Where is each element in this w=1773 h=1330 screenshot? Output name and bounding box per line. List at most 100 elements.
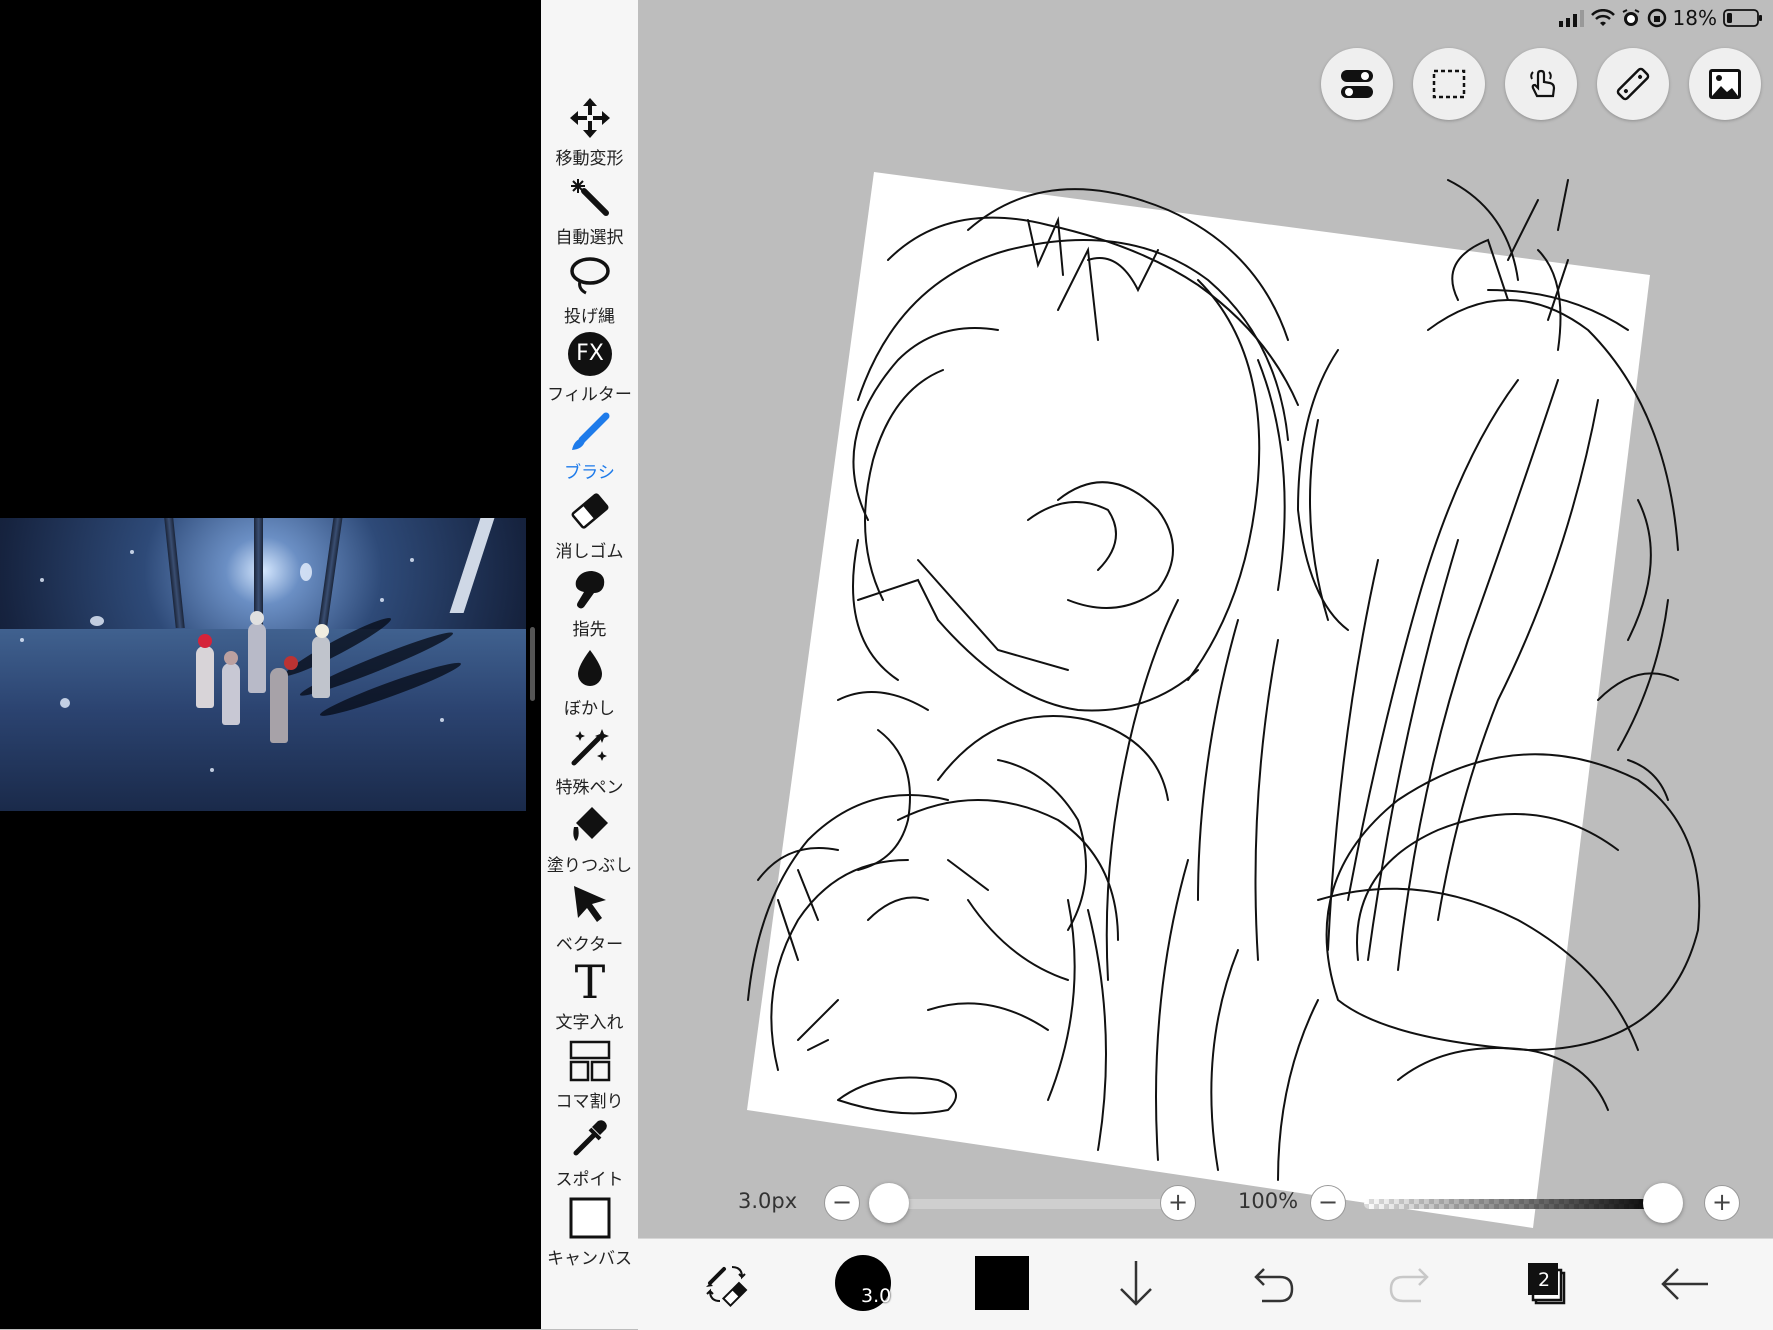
minus-icon: −: [831, 1188, 853, 1216]
tool-label: ぼかし: [564, 699, 615, 719]
undo-button[interactable]: [1242, 1253, 1304, 1315]
alarm-icon: [1622, 9, 1639, 26]
tool-sidebar: 移動変形 自動選択 投げ縄 FX フィルター ブラシ 消しゴム 指先 ぼかし 特…: [541, 0, 639, 1329]
snow-flake: [90, 616, 104, 626]
touch-gesture-icon: [1530, 69, 1556, 98]
tool-vector[interactable]: ベクター: [541, 882, 638, 960]
tool-eyedropper[interactable]: スポイト: [541, 1117, 638, 1195]
tool-label: 特殊ペン: [555, 778, 624, 798]
color-swatch-button[interactable]: [972, 1253, 1034, 1315]
split-view-video-pane: [0, 0, 541, 1329]
tool-label: ブラシ: [564, 463, 615, 483]
brush-sliders: 3.0px − + 100% − +: [638, 1175, 1773, 1231]
vector-cursor-icon: [574, 886, 606, 922]
current-color-swatch: [975, 1256, 1029, 1310]
magic-wand-icon: [571, 179, 609, 216]
eraser-icon: [571, 493, 609, 529]
canvas-icon: [569, 1197, 611, 1239]
tool-special-pen[interactable]: 特殊ペン: [541, 725, 638, 803]
selection-rect-icon: [1432, 69, 1466, 99]
drawing-paper[interactable]: [638, 0, 1773, 1238]
tool-lasso[interactable]: 投げ縄: [541, 254, 638, 332]
special-pen-icon: [571, 729, 609, 766]
swap-pen-eraser-icon: [706, 1266, 748, 1308]
undo-icon: [1254, 1268, 1294, 1303]
frame-divider-icon: [569, 1040, 611, 1082]
tool-auto-select[interactable]: 自動選択: [541, 175, 638, 253]
video-frame[interactable]: [0, 518, 526, 811]
bottom-toolbar: 3.0 2: [638, 1238, 1773, 1330]
brush-size-preview-button[interactable]: 3.0: [833, 1253, 895, 1315]
opacity-slider-track[interactable]: [1364, 1199, 1664, 1209]
opacity-plus-button[interactable]: +: [1704, 1185, 1740, 1221]
image-icon: [1709, 69, 1741, 99]
tool-move-transform[interactable]: 移動変形: [541, 96, 638, 174]
tool-canvas[interactable]: キャンバス: [541, 1196, 638, 1274]
brush-size-badge: 3.0: [861, 1285, 892, 1307]
plus-icon: +: [1711, 1188, 1733, 1216]
minus-icon: −: [1317, 1188, 1339, 1216]
back-button[interactable]: [1654, 1253, 1716, 1315]
touch-gesture-button[interactable]: [1505, 48, 1577, 120]
snow-flake: [130, 550, 134, 554]
toggle-settings-icon: [1341, 70, 1373, 98]
tool-label: 移動変形: [555, 149, 624, 169]
redo-button[interactable]: [1379, 1253, 1441, 1315]
layer-down-button[interactable]: [1105, 1253, 1167, 1315]
brush-size-value: 3.0px: [738, 1189, 798, 1213]
tool-blur[interactable]: ぼかし: [541, 646, 638, 724]
swap-tool-button[interactable]: [696, 1253, 758, 1315]
text-icon: T: [574, 955, 606, 1009]
tool-frame-divider[interactable]: コマ割り: [541, 1039, 638, 1117]
plus-icon: +: [1167, 1188, 1189, 1216]
brush-size-minus-button[interactable]: −: [824, 1185, 860, 1221]
brush-size-slider-track[interactable]: [874, 1199, 1166, 1209]
toggle-settings-button[interactable]: [1321, 48, 1393, 120]
tool-label: 指先: [572, 620, 607, 640]
snow-flake: [40, 578, 44, 582]
video-person-head: [224, 651, 238, 665]
ruler-button[interactable]: [1597, 48, 1669, 120]
brush-size-slider-thumb[interactable]: [869, 1183, 909, 1223]
tool-label: コマ割り: [555, 1092, 624, 1112]
tool-text[interactable]: T 文字入れ: [541, 955, 638, 1038]
signal-icon: [1558, 10, 1584, 27]
snow-flake: [380, 598, 384, 602]
layers-button[interactable]: 2: [1516, 1253, 1578, 1315]
snow-flake: [20, 638, 24, 642]
tool-label: フィルター: [547, 385, 632, 405]
selection-button[interactable]: [1413, 48, 1485, 120]
brush-size-plus-button[interactable]: +: [1160, 1185, 1196, 1221]
tool-label: キャンバス: [547, 1249, 632, 1269]
video-person: [222, 663, 240, 725]
lasso-icon: [570, 257, 610, 295]
tool-label: 投げ縄: [564, 307, 615, 327]
tool-fill[interactable]: 塗りつぶし: [541, 803, 638, 881]
opacity-minus-button[interactable]: −: [1310, 1185, 1346, 1221]
arrow-down-icon: [1120, 1261, 1152, 1306]
battery-icon: [1723, 9, 1762, 27]
blur-drop-icon: [578, 650, 602, 686]
finger-smudge-icon: [575, 571, 605, 609]
video-person: [196, 646, 214, 708]
tool-label: ベクター: [555, 935, 624, 955]
tool-label: 消しゴム: [555, 542, 624, 562]
video-person-head: [250, 611, 264, 625]
tool-label: スポイト: [555, 1170, 624, 1190]
tool-eraser[interactable]: 消しゴム: [541, 489, 638, 567]
video-pole: [164, 518, 185, 628]
drawing-canvas-area[interactable]: [638, 0, 1773, 1238]
split-view-divider-handle[interactable]: [530, 627, 535, 701]
tool-label: 文字入れ: [555, 1013, 624, 1033]
image-button[interactable]: [1689, 48, 1761, 120]
tool-smudge[interactable]: 指先: [541, 567, 638, 645]
tool-filter[interactable]: FX フィルター: [541, 332, 638, 410]
video-person: [312, 636, 330, 698]
eyedropper-icon: [573, 1120, 607, 1156]
tool-brush[interactable]: ブラシ: [541, 410, 638, 488]
battery-percent: 18%: [1672, 6, 1717, 30]
video-person-head: [315, 624, 329, 638]
opacity-slider-thumb[interactable]: [1643, 1183, 1683, 1223]
video-person-head: [284, 656, 298, 670]
tool-label: 自動選択: [555, 228, 624, 248]
